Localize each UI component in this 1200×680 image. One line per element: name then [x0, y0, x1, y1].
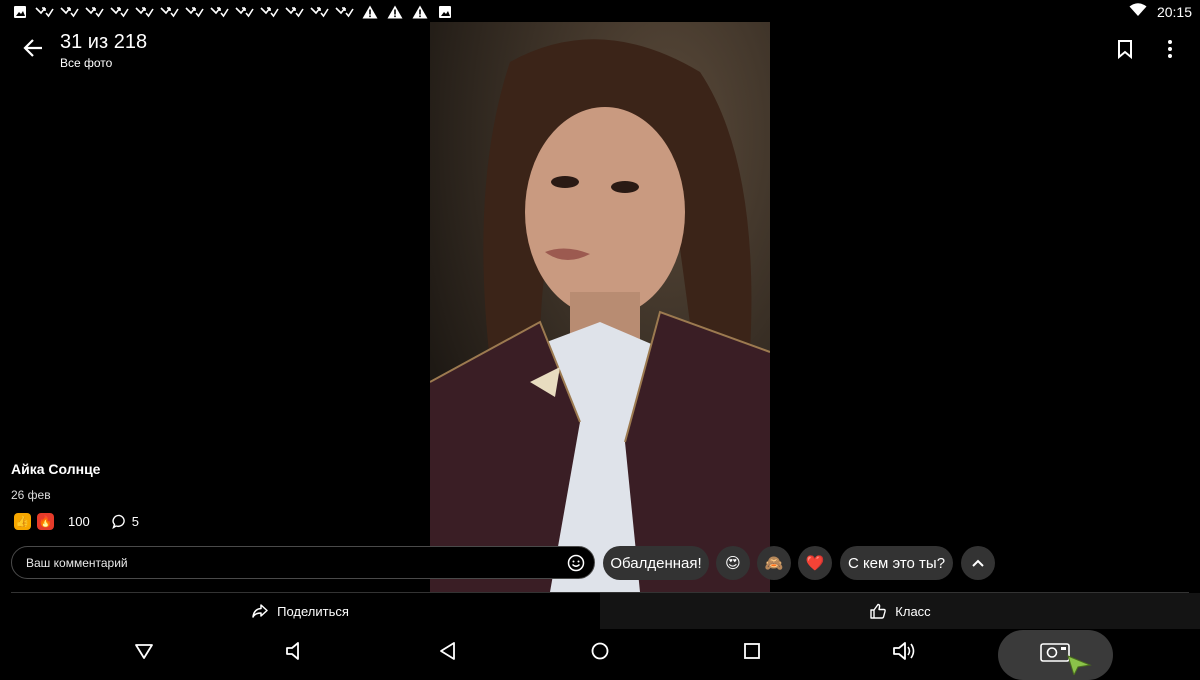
missed-call-icon [185, 4, 204, 20]
volume-up-button[interactable] [892, 640, 915, 662]
quick-reply-chip[interactable]: С кем это ты? [840, 546, 953, 580]
expand-replies-button[interactable] [961, 546, 995, 580]
quick-reply-emoji-chip[interactable]: 😍 [716, 546, 750, 580]
fire-reaction-icon: 🔥 [37, 513, 54, 530]
triangle-down-icon [135, 644, 153, 659]
notification-icons [10, 4, 454, 20]
page-subtitle: Все фото [60, 56, 113, 70]
volume-down-button[interactable] [284, 640, 306, 662]
missed-call-icon [110, 4, 129, 20]
bookmark-icon [1118, 40, 1132, 60]
camera-icon [1040, 643, 1092, 677]
status-bar: 20:15 [0, 0, 1200, 24]
missed-call-icon [335, 4, 354, 20]
share-button[interactable]: Поделиться [0, 593, 600, 629]
comments-link[interactable]: 5 [111, 514, 139, 529]
wifi-icon [1129, 3, 1147, 20]
warning-icon [385, 4, 404, 20]
home-nav-button[interactable] [589, 640, 611, 662]
bookmark-button[interactable] [1115, 38, 1135, 60]
thumbs-up-icon [870, 603, 887, 619]
quick-reply-emoji-chip[interactable]: 🙈 [757, 546, 791, 580]
share-icon [252, 604, 268, 618]
image-icon [435, 4, 454, 20]
reactions-summary[interactable]: 👍 🔥 100 5 [14, 513, 139, 530]
quick-reply-emoji-chip[interactable]: ❤️ [798, 546, 832, 580]
missed-call-icon [210, 4, 229, 20]
missed-call-icon [310, 4, 329, 20]
share-label: Поделиться [277, 603, 349, 619]
warning-icon [360, 4, 379, 20]
recents-square-icon [744, 643, 760, 659]
portrait-image [430, 22, 770, 592]
volume-down-icon [286, 642, 299, 660]
more-options-button[interactable] [1160, 38, 1180, 60]
comment-box [11, 546, 595, 579]
missed-call-icon [60, 4, 79, 20]
post-date: 26 фев [11, 488, 51, 502]
image-icon [10, 4, 29, 20]
like-label: Класс [895, 603, 931, 619]
quick-reply-chip[interactable]: Обалденная! [603, 546, 709, 580]
comment-icon [111, 514, 125, 529]
emoji-button[interactable] [566, 553, 586, 573]
hide-nav-button[interactable] [133, 640, 155, 662]
missed-call-icon [160, 4, 179, 20]
chevron-up-icon [972, 559, 984, 567]
arrow-left-icon [23, 39, 42, 57]
missed-call-icon [135, 4, 154, 20]
missed-call-icon [235, 4, 254, 20]
back-nav-button[interactable] [437, 640, 459, 662]
volume-up-icon [893, 642, 915, 660]
photo-view[interactable] [430, 22, 770, 592]
smiley-icon [567, 554, 585, 571]
missed-call-icon [260, 4, 279, 20]
more-vertical-icon [1168, 40, 1172, 58]
back-triangle-icon [440, 642, 455, 660]
like-reaction-icon: 👍 [14, 513, 31, 530]
page-title: 31 из 218 [60, 31, 148, 53]
like-button[interactable]: Класс [600, 593, 1200, 629]
comments-count: 5 [131, 514, 139, 529]
recents-nav-button[interactable] [741, 640, 763, 662]
missed-call-icon [285, 4, 304, 20]
comment-input[interactable] [24, 554, 566, 571]
missed-call-icon [35, 4, 54, 20]
author-name[interactable]: Айка Солнце [11, 461, 100, 477]
warning-icon [410, 4, 429, 20]
reactions-count: 100 [68, 514, 90, 529]
status-time: 20:15 [1156, 3, 1192, 20]
missed-call-icon [85, 4, 104, 20]
screenshot-button[interactable] [998, 630, 1113, 680]
home-circle-icon [591, 642, 609, 660]
back-button[interactable] [20, 34, 48, 62]
status-right: 20:15 [1129, 3, 1192, 20]
